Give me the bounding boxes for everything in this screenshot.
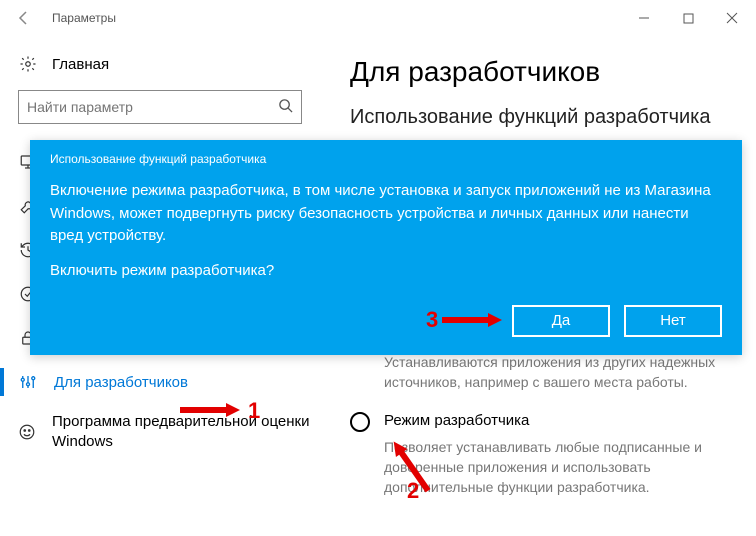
- annotation-arrow-1: [180, 403, 240, 417]
- confirm-dialog: Использование функций разработчика Включ…: [30, 140, 742, 355]
- radio-icon[interactable]: [350, 412, 370, 432]
- back-button[interactable]: [2, 0, 46, 36]
- dev-mode-description: Позволяет устанавливать любые подписанны…: [384, 437, 736, 498]
- sidebar-home[interactable]: Главная: [0, 48, 320, 90]
- sliders-icon: [18, 373, 38, 391]
- sidebar-item-developers[interactable]: Для разработчиков: [0, 360, 320, 404]
- titlebar: Параметры: [0, 0, 756, 36]
- search-box[interactable]: [18, 90, 302, 124]
- page-heading: Для разработчиков: [350, 56, 736, 88]
- dialog-question: Включить режим разработчика?: [50, 262, 722, 279]
- dialog-title: Использование функций разработчика: [50, 152, 722, 166]
- sidebar-item-label: Программа предварительной оценки Windows: [52, 412, 310, 451]
- dev-mode-title: Режим разработчика: [384, 412, 529, 429]
- close-button[interactable]: [710, 0, 754, 36]
- maximize-button[interactable]: [666, 0, 710, 36]
- dialog-no-button[interactable]: Нет: [624, 305, 722, 337]
- annotation-number-1: 1: [248, 398, 260, 424]
- search-icon: [278, 98, 293, 117]
- search-input[interactable]: [27, 99, 278, 115]
- gear-icon: [18, 54, 38, 74]
- window-title: Параметры: [52, 11, 622, 25]
- sideload-description: Устанавливаются приложения из других над…: [350, 353, 736, 392]
- insider-icon: [18, 423, 36, 441]
- sidebar-item-label: Для разработчиков: [54, 374, 188, 391]
- annotation-number-2: 2: [407, 478, 419, 504]
- dialog-yes-button[interactable]: Да: [512, 305, 610, 337]
- sidebar-item-insider[interactable]: Программа предварительной оценки Windows: [0, 404, 320, 459]
- page-subheading: Использование функций разработчика: [350, 106, 736, 129]
- annotation-arrow-3: [442, 313, 502, 327]
- sidebar-home-label: Главная: [52, 56, 109, 73]
- annotation-number-3: 3: [426, 307, 438, 333]
- dialog-body: Включение режима разработчика, в том чис…: [50, 180, 722, 248]
- minimize-button[interactable]: [622, 0, 666, 36]
